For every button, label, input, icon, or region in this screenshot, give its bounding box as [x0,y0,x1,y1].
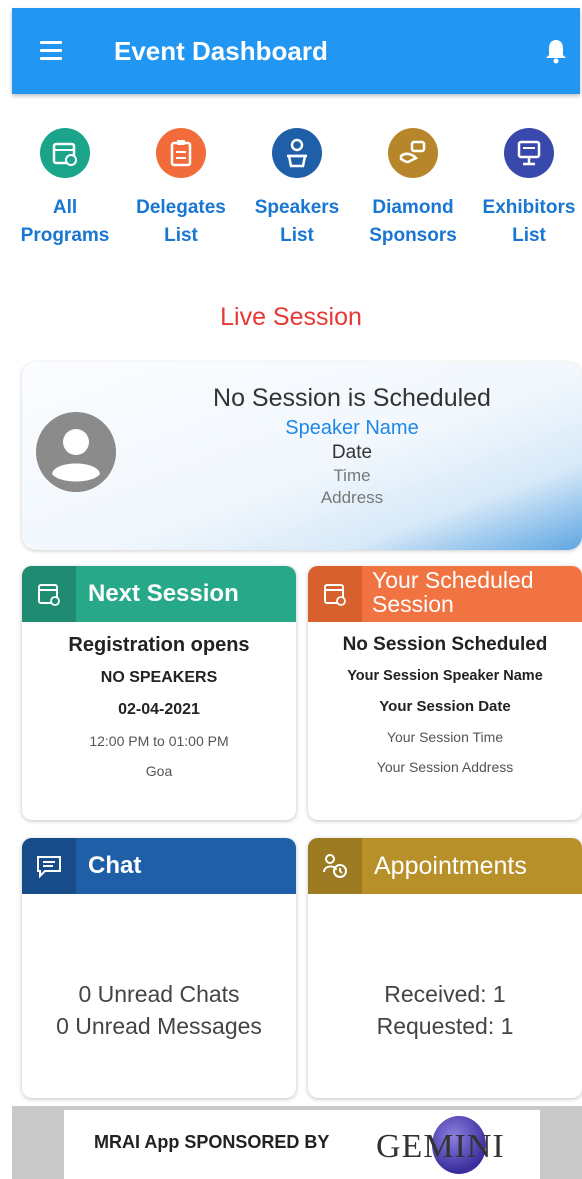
shortcut-label: Delegates List [136,197,226,246]
unread-chats: 0 Unread Chats [78,981,240,1007]
scheduled-session-title: Your Scheduled Session [372,567,534,617]
shortcut-all-programs[interactable]: All Programs [6,128,124,250]
scheduled-session-date: Your Session Date [379,698,511,715]
shortcut-label: Diamond Sponsors [369,197,457,246]
live-session-title: No Session is Scheduled [213,384,491,412]
sponsor-text: MRAI App SPONSORED BY [94,1132,330,1152]
live-session-address: Address [320,488,384,507]
shortcut-label: Exhibitors List [482,197,576,246]
speaker-icon [272,128,322,178]
appointments-requested: Requested: 1 [376,1013,514,1039]
chat-header: Chat [22,838,296,894]
live-session-heading: Live Session [220,303,362,331]
shortcut-exhibitors-list[interactable]: Exhibitors List [470,128,582,250]
avatar-icon [36,412,116,492]
shortcut-label: Speakers List [254,197,340,246]
app-bar-title: Event Dashboard [114,36,328,66]
scheduled-session-line1: No Session Scheduled [342,634,548,655]
unread-messages: 0 Unread Messages [56,1013,262,1039]
shortcut-delegates-list[interactable]: Delegates List [122,128,240,250]
shortcut-speakers-list[interactable]: Speakers List [238,128,356,250]
scheduled-session-header: Your Scheduled Session [308,566,582,622]
shortcut-row: All Programs Delegates List Speakers Lis… [12,128,582,268]
next-session-line1: Registration opens [68,634,250,656]
chat-icon [22,838,76,894]
gemini-logo-text: GEMINI [376,1128,505,1165]
next-session-address: Goa [145,763,173,779]
scheduled-session-card[interactable]: Your Scheduled Session No Session Schedu… [308,566,582,820]
clipboard-icon [156,128,206,178]
sponsor-box[interactable]: MRAI App SPONSORED BY GEMINI [64,1110,540,1179]
shortcut-diamond-sponsors[interactable]: Diamond Sponsors [354,128,472,250]
next-session-speakers: NO SPEAKERS [100,669,218,686]
scheduled-session-address: Your Session Address [376,759,514,775]
menu-icon[interactable] [40,41,62,61]
appointment-icon [308,838,362,894]
calendar-icon [40,128,90,178]
calendar-icon [22,566,76,622]
next-session-header: Next Session [22,566,296,622]
next-session-title: Next Session [88,580,239,607]
handshake-icon [388,128,438,178]
shortcut-label: All Programs [20,197,110,246]
monitor-icon [504,128,554,178]
scheduled-session-speaker: Your Session Speaker Name [347,668,543,684]
chat-title: Chat [88,852,142,879]
appointments-title: Appointments [374,851,527,880]
next-session-time: 12:00 PM to 01:00 PM [89,733,229,749]
appointments-header: Appointments [308,838,582,894]
appointments-received: Received: 1 [384,981,506,1007]
bell-icon[interactable] [544,38,568,64]
live-session-date: Date [331,442,373,463]
calendar-icon [308,566,362,622]
appointments-card[interactable]: Appointments Received: 1 Requested: 1 [308,838,582,1098]
next-session-card[interactable]: Next Session Registration opens NO SPEAK… [22,566,296,820]
scheduled-session-time: Your Session Time [386,729,504,745]
live-session-time: Time [333,466,371,485]
chat-card[interactable]: Chat 0 Unread Chats 0 Unread Messages [22,838,296,1098]
live-session-speaker: Speaker Name [285,417,419,439]
live-session-card[interactable]: No Session is Scheduled Speaker Name Dat… [22,362,582,550]
sponsor-banner: MRAI App SPONSORED BY GEMINI [12,1106,582,1179]
app-bar: Event Dashboard [12,8,580,94]
next-session-date: 02-04-2021 [118,701,200,718]
